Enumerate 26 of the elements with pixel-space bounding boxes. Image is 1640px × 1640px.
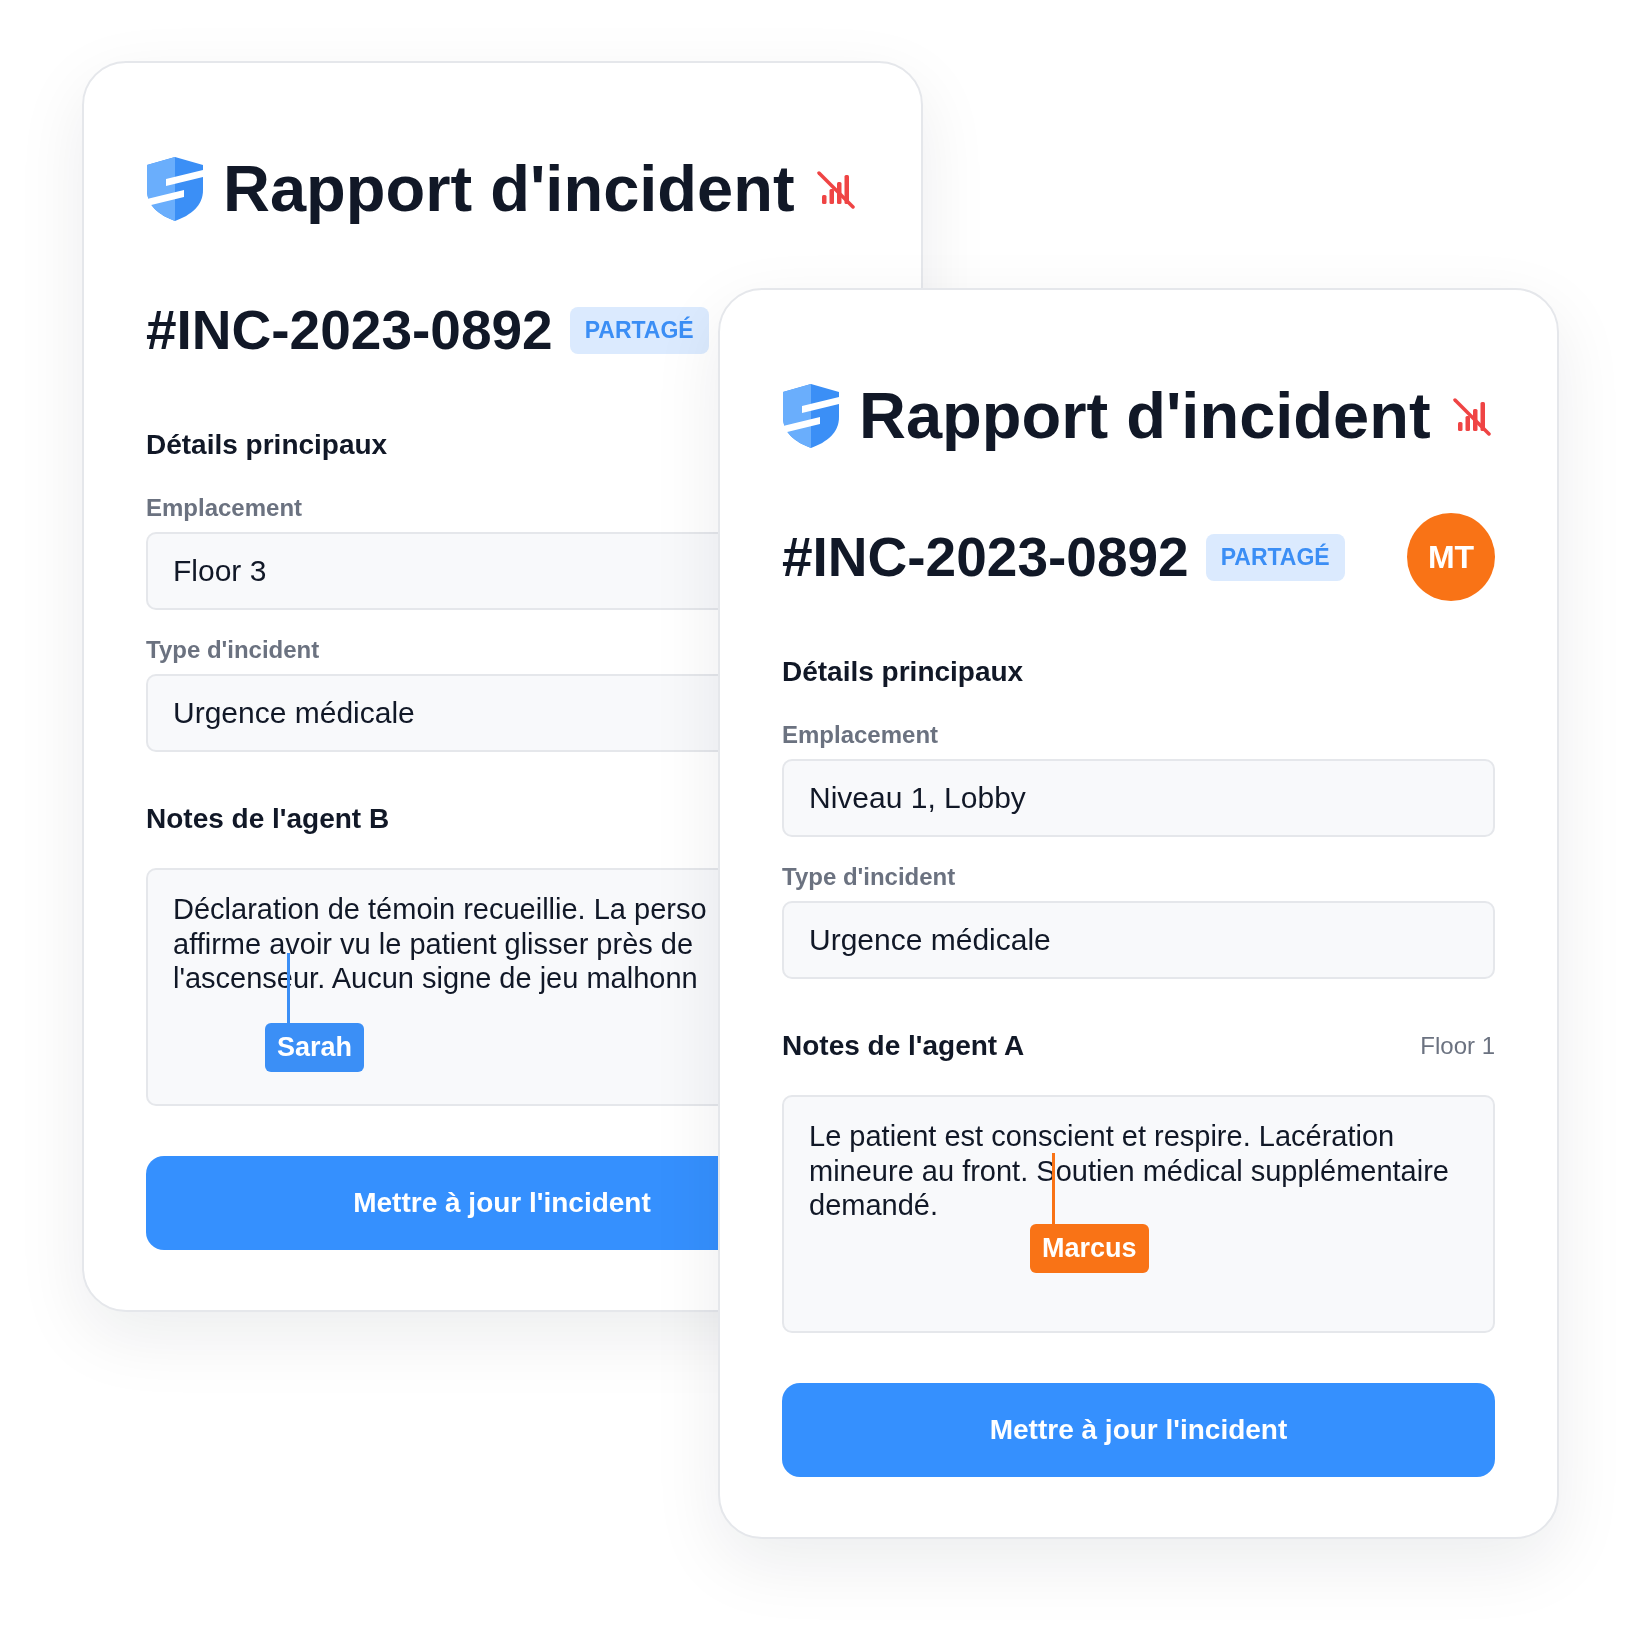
incident-id: #INC-2023-0892: [146, 298, 553, 362]
shared-badge: PARTAGÉ: [1205, 533, 1345, 581]
section-heading: Détails principaux: [146, 428, 389, 462]
text-field[interactable]: Urgence médicale: [146, 674, 718, 752]
no-signal-icon: [1451, 396, 1492, 436]
card-title: Rapport d'incident: [223, 151, 795, 227]
no-signal-icon: [815, 169, 856, 209]
field-label: Type d'incident: [782, 862, 957, 892]
cursor-name-tag: Sarah: [265, 1023, 365, 1072]
shield-logo-icon: [146, 156, 204, 222]
card-title: Rapport d'incident: [859, 378, 1431, 454]
text-field[interactable]: Floor 3: [146, 532, 718, 610]
field-label: Emplacement: [782, 720, 940, 750]
text-field[interactable]: Urgence médicale: [782, 901, 1495, 979]
notes-heading: Notes de l'agent A: [782, 1029, 1025, 1063]
user-avatar: MT: [1407, 513, 1495, 601]
notes-meta: Floor 1: [1420, 1031, 1495, 1061]
shield-logo-icon: [782, 383, 840, 449]
field-label: Emplacement: [146, 493, 304, 523]
incident-id: #INC-2023-0892: [782, 525, 1189, 589]
section-heading: Détails principaux: [782, 655, 1025, 689]
field-label: Type d'incident: [146, 635, 321, 665]
text-field[interactable]: Niveau 1, Lobby: [782, 759, 1495, 837]
notes-heading: Notes de l'agent B: [146, 802, 390, 836]
shared-badge: PARTAGÉ: [569, 306, 709, 354]
cursor-name-tag: Marcus: [1030, 1224, 1149, 1273]
